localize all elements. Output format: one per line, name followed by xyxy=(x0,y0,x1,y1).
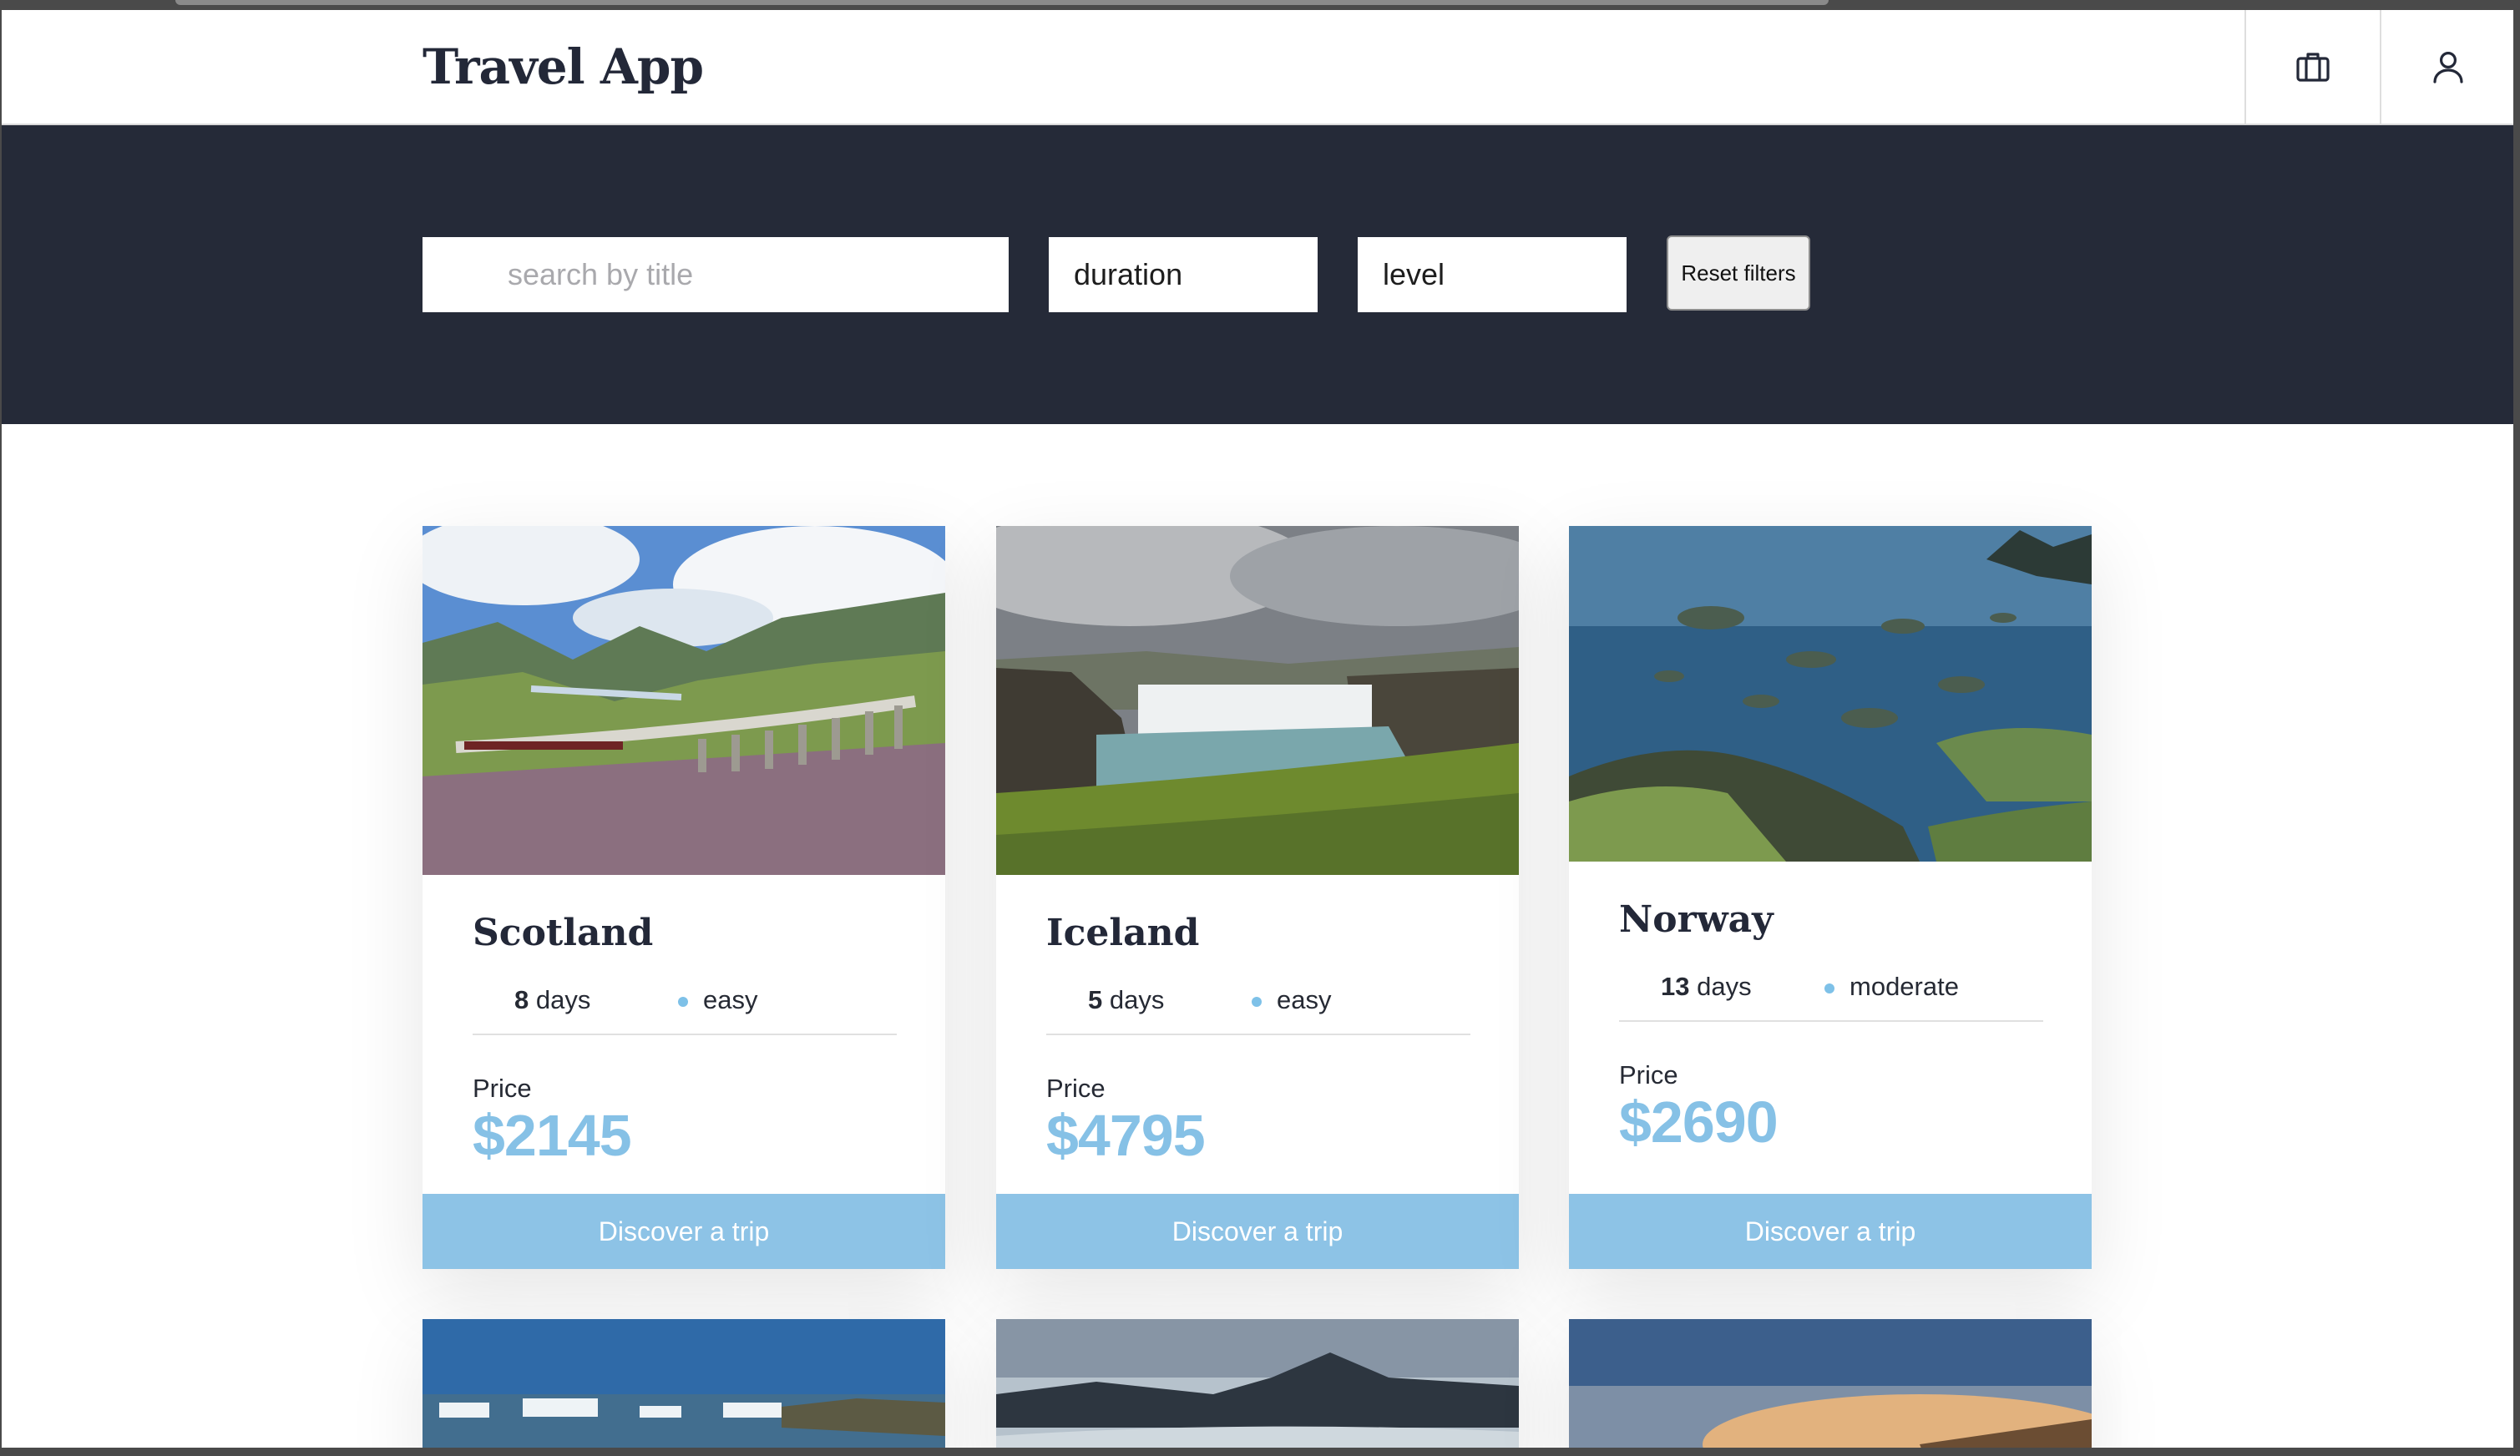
trip-card-partial-2 xyxy=(996,1319,1519,1448)
trip-level: easy xyxy=(1277,985,1332,1014)
reset-filters-button[interactable]: Reset filters xyxy=(1667,235,1810,311)
trip-card-partial-3 xyxy=(1569,1319,2092,1448)
level-dot-icon xyxy=(1252,997,1262,1007)
level-select-value: level xyxy=(1383,257,1445,291)
price-label: Price xyxy=(1619,1060,1678,1089)
trip-photo-iceland xyxy=(996,526,1519,875)
profile-button[interactable] xyxy=(2380,10,2513,124)
duration-select[interactable]: duration xyxy=(1049,237,1318,312)
trip-level: moderate xyxy=(1850,972,1959,1001)
app-logo[interactable]: Travel App xyxy=(423,33,704,100)
trip-meta: 5 days easy xyxy=(1046,977,1470,1035)
discover-trip-button[interactable]: Discover a trip xyxy=(996,1194,1519,1269)
trip-photo-scotland xyxy=(423,526,945,875)
duration-select-value: duration xyxy=(1074,257,1183,291)
trip-duration: 5 days xyxy=(1088,985,1165,1014)
trip-meta: 13 days moderate xyxy=(1619,963,2043,1022)
trips-filter-bar: duration level Reset filters xyxy=(2,125,2513,424)
trip-card-scotland: Scotland 8 days easy Price $2145 Discove… xyxy=(423,526,945,1269)
level-dot-icon xyxy=(678,997,688,1007)
trip-photo-partial-3 xyxy=(1569,1319,2092,1448)
briefcase-icon xyxy=(2296,53,2330,82)
trip-photo-partial-2 xyxy=(996,1319,1519,1448)
trip-title: Scotland xyxy=(473,912,654,954)
trip-price: $4795 xyxy=(1046,1103,1206,1168)
trip-price: $2145 xyxy=(473,1103,632,1168)
trip-photo-norway xyxy=(1569,526,2092,862)
level-select[interactable]: level xyxy=(1358,237,1627,312)
trip-card-iceland: Iceland 5 days easy Price $4795 Discover… xyxy=(996,526,1519,1269)
search-input[interactable] xyxy=(506,256,1009,293)
app-window: Travel App duration level Reset filters xyxy=(2,10,2513,1448)
trip-title: Norway xyxy=(1619,898,1774,941)
trip-meta: 8 days easy xyxy=(473,977,897,1035)
trip-duration: 8 days xyxy=(514,985,591,1014)
trip-level: easy xyxy=(703,985,758,1014)
trip-duration: 13 days xyxy=(1661,972,1752,1001)
trip-photo-partial-1 xyxy=(423,1319,945,1448)
price-label: Price xyxy=(473,1074,532,1103)
top-header: Travel App xyxy=(2,10,2513,125)
trip-card-norway: Norway 13 days moderate Price $2690 Disc… xyxy=(1569,526,2092,1269)
window-top-edge xyxy=(175,0,1829,5)
level-dot-icon xyxy=(1824,983,1834,993)
discover-trip-button[interactable]: Discover a trip xyxy=(423,1194,945,1269)
trip-title: Iceland xyxy=(1046,912,1200,954)
search-field[interactable] xyxy=(423,237,1009,312)
price-label: Price xyxy=(1046,1074,1106,1103)
trip-price: $2690 xyxy=(1619,1089,1779,1155)
trips-button[interactable] xyxy=(2244,10,2380,124)
trip-card-partial-1 xyxy=(423,1319,945,1448)
discover-trip-button[interactable]: Discover a trip xyxy=(1569,1194,2092,1269)
user-icon xyxy=(2433,52,2463,83)
